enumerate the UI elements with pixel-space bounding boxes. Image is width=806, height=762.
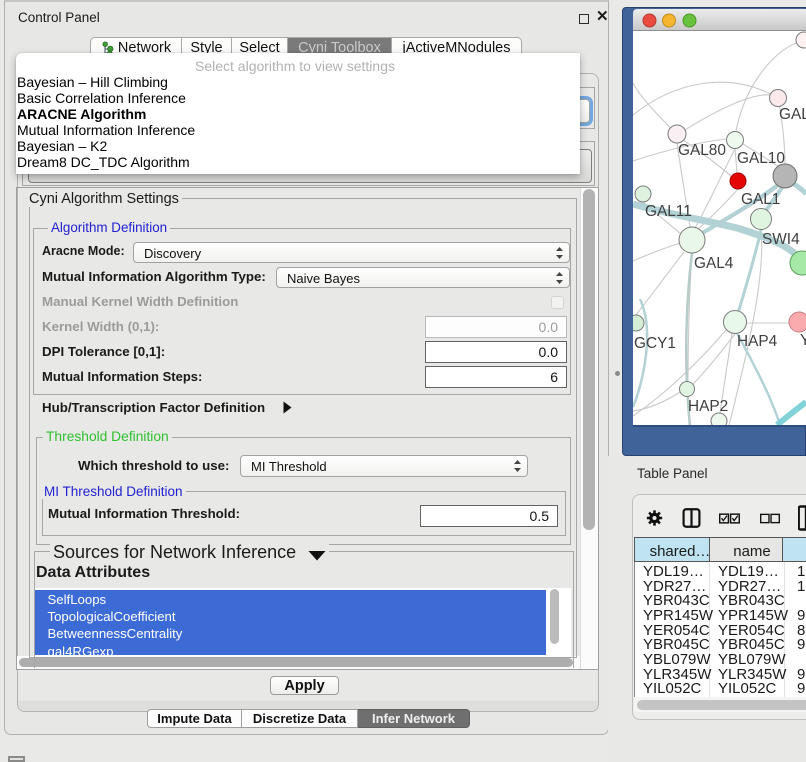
svg-text:GAL: GAL	[779, 106, 806, 123]
svg-text:GAL11: GAL11	[645, 203, 692, 220]
svg-text:SWI4: SWI4	[762, 231, 800, 248]
svg-text:GAL1: GAL1	[741, 191, 780, 208]
svg-text:GAL10: GAL10	[737, 150, 785, 167]
svg-text:GAL4: GAL4	[694, 255, 734, 272]
svg-text:HAP2: HAP2	[688, 398, 728, 415]
svg-text:HAP4: HAP4	[737, 333, 778, 350]
svg-text:GAL80: GAL80	[678, 142, 726, 159]
svg-text:Y: Y	[800, 332, 806, 349]
svg-text:GCY1: GCY1	[634, 335, 676, 352]
